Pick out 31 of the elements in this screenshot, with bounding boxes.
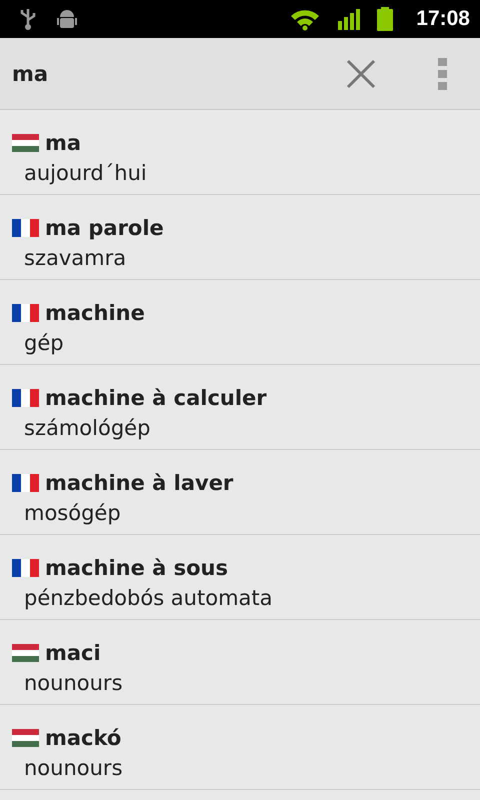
french-flag-icon bbox=[12, 304, 39, 322]
translation: aujourd´hui bbox=[24, 160, 148, 187]
french-flag-icon bbox=[12, 219, 39, 237]
headword: mackó bbox=[45, 726, 122, 750]
translation: nounours bbox=[24, 755, 124, 782]
close-icon[interactable] bbox=[346, 58, 376, 88]
android-icon bbox=[56, 8, 78, 30]
french-flag-icon bbox=[12, 474, 39, 492]
french-flag-icon bbox=[12, 559, 39, 577]
clock-time: 17:08 bbox=[416, 7, 470, 31]
headword: machine à laver bbox=[45, 471, 234, 495]
usb-icon bbox=[18, 7, 38, 31]
french-flag-icon bbox=[12, 389, 39, 407]
hungarian-flag-icon bbox=[12, 134, 39, 152]
headword: machine à sous bbox=[45, 556, 228, 580]
translation: mosógép bbox=[24, 500, 122, 527]
headword: machine bbox=[45, 301, 145, 325]
translation: gép bbox=[24, 330, 65, 357]
translation: pénzbedobós automata bbox=[24, 585, 274, 612]
headword: maci bbox=[45, 641, 101, 665]
translation: nounours bbox=[24, 670, 124, 697]
headword: ma bbox=[45, 131, 82, 155]
translation: számológép bbox=[24, 415, 152, 442]
signal-icon bbox=[338, 8, 362, 30]
translation: szavamra bbox=[24, 245, 128, 272]
battery-icon bbox=[376, 7, 394, 31]
headword: ma parole bbox=[45, 216, 164, 240]
hungarian-flag-icon bbox=[12, 729, 39, 747]
headword: machine à calculer bbox=[45, 386, 267, 410]
menu-icon[interactable] bbox=[438, 58, 448, 90]
hungarian-flag-icon bbox=[12, 644, 39, 662]
